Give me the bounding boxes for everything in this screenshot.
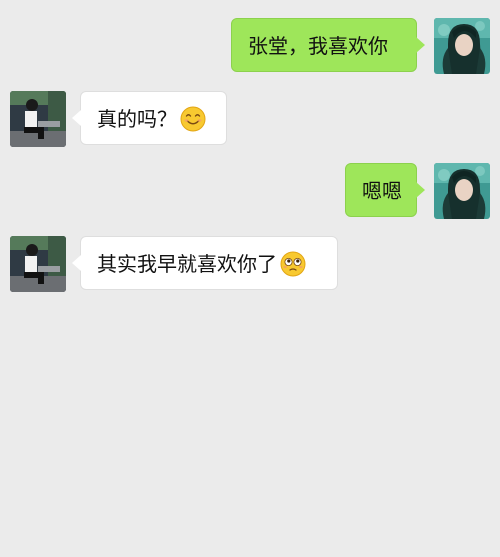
girl-avatar[interactable] [434, 18, 490, 74]
boy-avatar[interactable] [10, 91, 66, 147]
message-bubble-received[interactable]: 真的吗？ [72, 91, 227, 145]
message-text: 张堂，我喜欢你 [248, 34, 388, 58]
message-bubble-received[interactable]: 其实我早就喜欢你了 [72, 236, 338, 290]
boy-avatar[interactable] [10, 236, 66, 292]
girl-avatar[interactable] [434, 163, 490, 219]
message-text: 嗯嗯 [362, 179, 402, 203]
pleading-face-icon [280, 251, 306, 277]
message-bubble-sent[interactable]: 张堂，我喜欢你 [231, 18, 425, 72]
message-text: 真的吗？ [97, 107, 177, 131]
chat-screen: { "messages": [ {"side": "sent", "avatar… [0, 0, 500, 557]
smiling-face-icon [180, 106, 206, 132]
message-text: 其实我早就喜欢你了 [97, 252, 277, 276]
message-bubble-sent[interactable]: 嗯嗯 [345, 163, 425, 217]
